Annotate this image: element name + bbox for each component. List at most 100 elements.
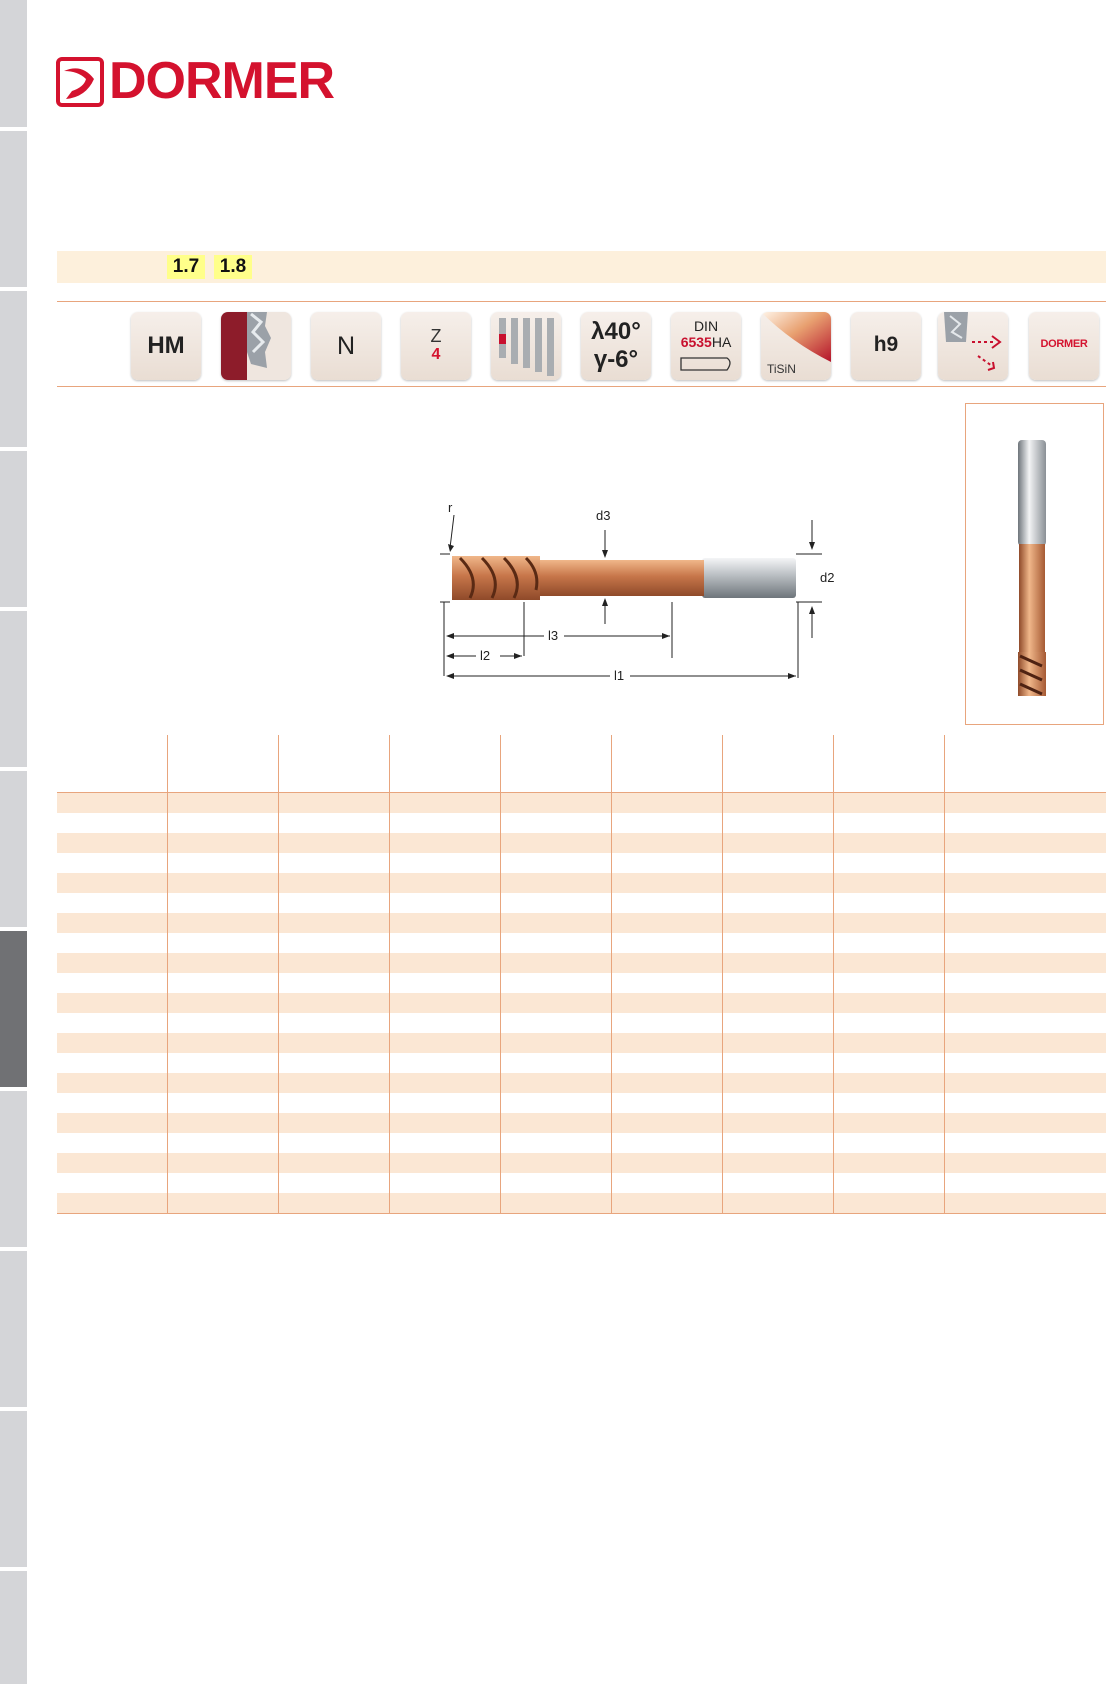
table-cell — [610, 813, 722, 833]
table-cell — [943, 1173, 1106, 1193]
side-tab-11[interactable] — [0, 1571, 27, 1684]
table-row — [57, 1093, 1106, 1113]
table-cell — [277, 792, 389, 813]
table-cell — [943, 1113, 1106, 1133]
dormer-brand-icon: DORMER — [1029, 312, 1099, 380]
table-cell — [166, 893, 278, 913]
table-cell — [499, 893, 611, 913]
table-cell — [277, 833, 389, 853]
table-cell — [277, 973, 389, 993]
table-cell — [943, 873, 1106, 893]
side-tab-9[interactable] — [0, 1251, 27, 1407]
table-cell — [277, 1173, 389, 1193]
table-cell — [499, 1193, 611, 1214]
table-cell — [166, 873, 278, 893]
table-cell — [166, 1093, 278, 1113]
dormer-brand-label: DORMER — [1040, 338, 1088, 350]
side-tab-1[interactable] — [0, 0, 27, 127]
side-tab-6[interactable] — [0, 771, 27, 927]
table-cell — [57, 1133, 167, 1153]
table-cell — [388, 1113, 500, 1133]
table-row — [57, 1033, 1106, 1053]
table-cell — [166, 1033, 278, 1053]
table-row — [57, 813, 1106, 833]
table-cell — [721, 833, 833, 853]
table-cell — [57, 792, 167, 813]
table-cell — [57, 1113, 167, 1133]
table-cell — [943, 1153, 1106, 1173]
table-header-cell — [388, 735, 500, 793]
table-cell — [499, 1113, 611, 1133]
carbide-label: HM — [147, 332, 185, 359]
table-cell — [57, 1013, 167, 1033]
table-header-cell — [832, 735, 944, 793]
carbide-material-icon: HM — [131, 312, 201, 380]
dormer-logo: DORMER — [56, 53, 346, 109]
table-cell — [57, 913, 167, 933]
table-cell — [388, 792, 500, 813]
table-cell — [166, 1193, 278, 1214]
table-cell — [943, 813, 1106, 833]
side-tab-4[interactable] — [0, 451, 27, 607]
d3-label: d3 — [596, 508, 610, 523]
table-cell — [277, 933, 389, 953]
side-tab-5[interactable] — [0, 611, 27, 767]
table-cell — [943, 1033, 1106, 1053]
table-row — [57, 893, 1106, 913]
material-chip: 1.8 — [214, 255, 252, 279]
table-cell — [57, 853, 167, 873]
table-cell — [499, 833, 611, 853]
table-header-cell — [277, 735, 389, 793]
table-cell — [832, 1093, 944, 1113]
table-cell — [388, 1093, 500, 1113]
table-cell — [610, 1153, 722, 1173]
table-cell — [610, 993, 722, 1013]
table-cell — [277, 1053, 389, 1073]
side-tab-7-active[interactable] — [0, 931, 27, 1087]
table-cell — [610, 873, 722, 893]
table-cell — [57, 1053, 167, 1073]
table-cell — [388, 973, 500, 993]
table-cell — [832, 1193, 944, 1214]
table-cell — [832, 1113, 944, 1133]
table-cell — [57, 873, 167, 893]
side-tab-strip — [0, 0, 27, 1684]
side-tab-2[interactable] — [0, 131, 27, 287]
table-row — [57, 1073, 1106, 1093]
side-tab-10[interactable] — [0, 1411, 27, 1567]
helix-angle-label: λ40° — [591, 318, 641, 345]
table-cell — [499, 813, 611, 833]
table-cell — [610, 933, 722, 953]
table-cell — [388, 873, 500, 893]
table-cell — [57, 933, 167, 953]
table-cell — [943, 792, 1106, 813]
table-cell — [832, 1153, 944, 1173]
table-cell — [57, 1153, 167, 1173]
table-row — [57, 1013, 1106, 1033]
table-cell — [610, 1113, 722, 1133]
table-row — [57, 833, 1106, 853]
table-cell — [57, 813, 167, 833]
side-tab-8[interactable] — [0, 1091, 27, 1247]
ramping-icon — [938, 312, 1008, 380]
side-tab-3[interactable] — [0, 291, 27, 447]
table-cell — [832, 873, 944, 893]
tisin-coating-icon: TiSiN — [761, 312, 831, 380]
table-cell — [943, 1093, 1106, 1113]
table-header-cell — [166, 735, 278, 793]
table-cell — [943, 1053, 1106, 1073]
l3-label: l3 — [548, 628, 558, 643]
table-cell — [832, 813, 944, 833]
table-cell — [721, 813, 833, 833]
table-cell — [721, 1153, 833, 1173]
rake-angle-label: γ-6° — [593, 346, 639, 373]
table-header-cell — [610, 735, 722, 793]
dormer-swoosh-icon — [56, 57, 104, 107]
product-photo-box — [965, 403, 1104, 725]
table-cell — [943, 893, 1106, 913]
flute-count-value: 4 — [431, 346, 441, 363]
table-row — [57, 1173, 1106, 1193]
table-cell — [721, 973, 833, 993]
table-row — [57, 1133, 1106, 1153]
table-cell — [277, 1133, 389, 1153]
